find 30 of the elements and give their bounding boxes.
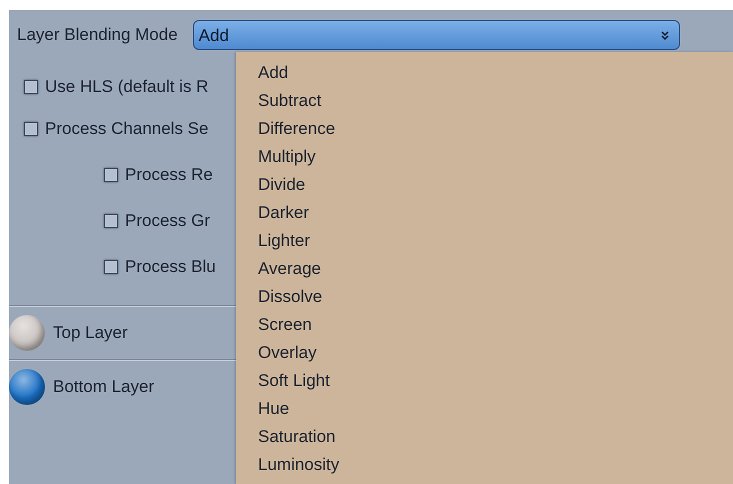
menu-item[interactable]: Divide bbox=[236, 174, 733, 202]
checkbox[interactable] bbox=[104, 260, 118, 274]
checkbox-label: Process Channels Se bbox=[45, 119, 208, 139]
menu-item[interactable]: Hue bbox=[236, 398, 733, 426]
menu-item[interactable]: Luminosity bbox=[236, 454, 733, 482]
layer-name[interactable]: Bottom Layer bbox=[53, 377, 154, 397]
checkbox[interactable] bbox=[24, 80, 38, 94]
menu-item[interactable]: Dissolve bbox=[236, 286, 733, 314]
menu-item[interactable]: Screen bbox=[236, 314, 733, 342]
menu-item[interactable]: Darker bbox=[236, 202, 733, 230]
checkbox-label: Process Re bbox=[125, 165, 213, 185]
checkbox-label: Use HLS (default is R bbox=[45, 77, 208, 97]
menu-item[interactable]: Soft Light bbox=[236, 370, 733, 398]
menu-item[interactable]: Multiply bbox=[236, 146, 733, 174]
menu-item[interactable]: Lighter bbox=[236, 230, 733, 258]
checkbox[interactable] bbox=[104, 214, 118, 228]
blend-mode-dropdown[interactable]: Add bbox=[192, 20, 680, 50]
menu-item[interactable]: Subtract bbox=[236, 90, 733, 118]
menu-item[interactable]: Average bbox=[236, 258, 733, 286]
menu-item[interactable]: Add bbox=[236, 62, 733, 90]
double-chevron-icon bbox=[658, 30, 671, 42]
menu-item[interactable]: Difference bbox=[236, 118, 733, 146]
layer-name[interactable]: Top Layer bbox=[53, 323, 128, 343]
checkbox-label: Process Blu bbox=[125, 257, 216, 277]
field-label: Layer Blending Mode bbox=[17, 25, 178, 45]
checkbox[interactable] bbox=[24, 122, 38, 136]
checkbox[interactable] bbox=[104, 168, 118, 182]
checkbox-label: Process Gr bbox=[125, 211, 210, 231]
menu-item[interactable]: Overlay bbox=[236, 342, 733, 370]
menu-item[interactable]: Saturation bbox=[236, 426, 733, 454]
